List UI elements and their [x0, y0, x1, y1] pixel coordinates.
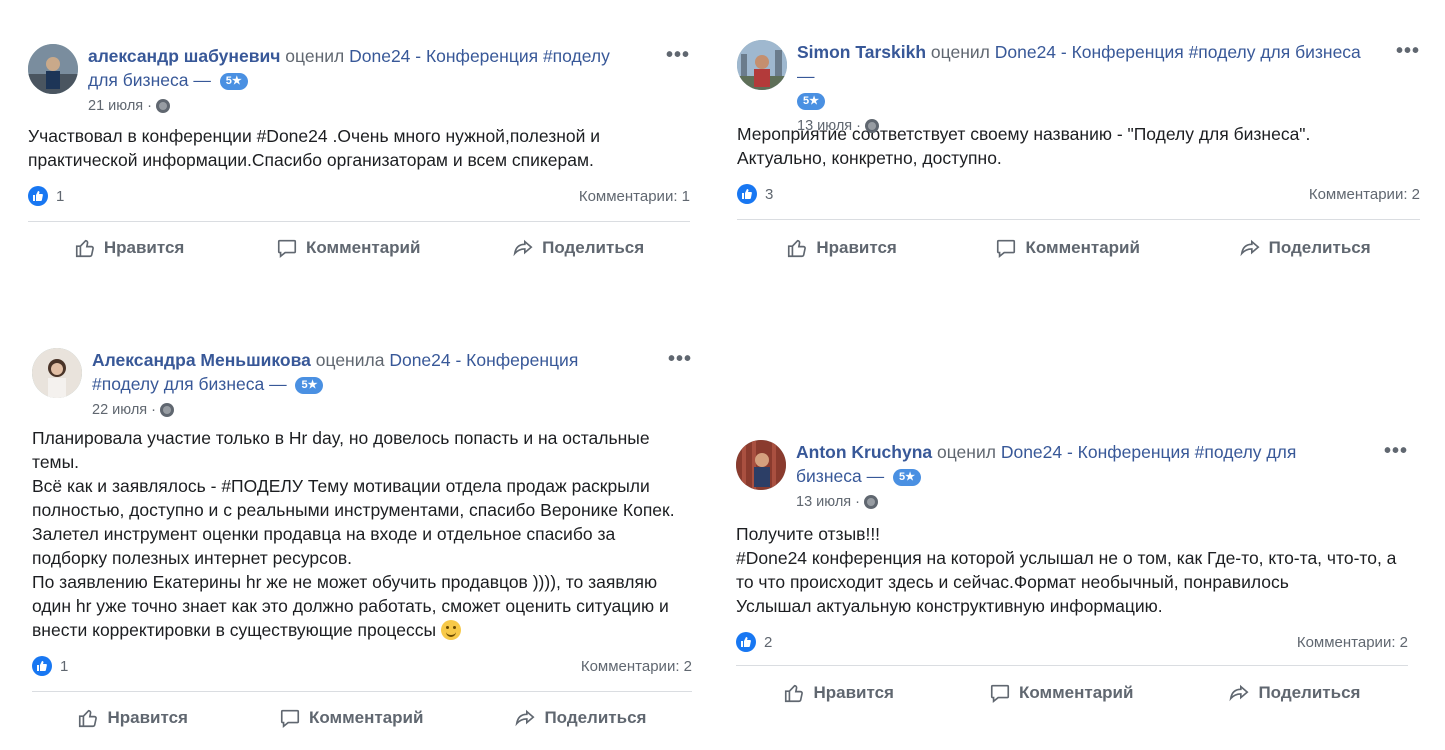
page-link[interactable]: Done24 - Конференция #поделу для бизнеса: [995, 42, 1361, 62]
likes-count[interactable]: 2: [736, 632, 772, 652]
rating-verb: оценила: [315, 350, 385, 370]
like-label: Нравится: [103, 238, 185, 257]
post-text: Участвовал в конференции #Done24 .Очень …: [28, 126, 601, 170]
share-label: Поделиться: [544, 708, 647, 727]
share-label: Поделиться: [1258, 683, 1361, 702]
like-button[interactable]: Нравится: [77, 707, 188, 729]
share-button[interactable]: Поделиться: [512, 237, 644, 259]
like-reaction-icon: [28, 186, 48, 206]
post-date[interactable]: 13 июля ·: [796, 490, 860, 514]
more-options-icon[interactable]: •••: [666, 44, 690, 67]
likes-count[interactable]: 1: [32, 656, 68, 676]
author-name[interactable]: Anton Kruchyna: [796, 442, 932, 462]
post-date[interactable]: 21 июля ·: [88, 94, 152, 118]
comment-label: Комментарий: [1018, 683, 1134, 702]
avatar[interactable]: [737, 40, 787, 90]
comment-icon: [990, 684, 1010, 703]
more-options-icon[interactable]: •••: [1396, 40, 1420, 63]
smiley-emoji-icon: [440, 620, 461, 640]
comments-count[interactable]: Комментарии: 1: [579, 188, 690, 205]
globe-icon: [863, 495, 878, 509]
comment-button[interactable]: Комментарий: [276, 237, 420, 259]
comments-count[interactable]: Комментарии: 2: [581, 658, 692, 675]
thumbs-up-icon: [75, 239, 94, 258]
likes-number: 2: [764, 633, 773, 651]
thumbs-up-icon: [788, 239, 807, 258]
post-date[interactable]: 22 июля ·: [92, 398, 156, 422]
comments-count[interactable]: Комментарии: 2: [1309, 186, 1420, 203]
comment-icon: [997, 239, 1016, 258]
like-label: Нравится: [813, 683, 894, 702]
comment-label: Комментарий: [305, 238, 421, 257]
post-text: Получите отзыв!!! #Done24 конференция на…: [736, 524, 1397, 616]
author-name[interactable]: александр шабуневич: [88, 46, 280, 66]
globe-icon: [155, 99, 170, 113]
comment-label: Комментарий: [1025, 238, 1140, 257]
like-reaction-icon: [736, 632, 756, 652]
like-label: Нравится: [107, 708, 188, 727]
like-button[interactable]: Нравится: [786, 237, 897, 259]
like-reaction-icon: [32, 656, 52, 676]
author-name[interactable]: Александра Меньшикова: [92, 350, 311, 370]
rating-verb: оценил: [285, 46, 345, 66]
comment-button[interactable]: Комментарий: [989, 682, 1133, 704]
author-name[interactable]: Simon Tarskikh: [797, 42, 926, 62]
like-button[interactable]: Нравится: [783, 682, 894, 704]
thumbs-up-icon: [785, 684, 804, 703]
thumbs-up-icon: [79, 709, 98, 728]
likes-number: 3: [765, 185, 774, 203]
comment-icon: [277, 239, 297, 258]
review-post-2: Simon Tarskikh оценил Done24 - Конференц…: [737, 40, 1420, 276]
share-icon: [515, 709, 535, 727]
share-button[interactable]: Поделиться: [514, 707, 646, 729]
share-button[interactable]: Поделиться: [1239, 237, 1371, 259]
review-post-3: Александра Меньшикова оценила Done24 - К…: [32, 348, 692, 744]
likes-number: 1: [56, 187, 65, 205]
comment-icon: [280, 709, 300, 728]
globe-icon: [864, 119, 879, 133]
avatar[interactable]: [28, 44, 78, 94]
separator-dash: —: [797, 66, 815, 86]
like-reaction-icon: [737, 184, 757, 204]
comment-label: Комментарий: [308, 708, 424, 727]
likes-number: 1: [60, 657, 69, 675]
avatar[interactable]: [736, 440, 786, 490]
rating-badge: 5★: [295, 377, 324, 394]
more-options-icon[interactable]: •••: [668, 348, 692, 371]
comment-button[interactable]: Комментарий: [279, 707, 423, 729]
comment-button[interactable]: Комментарий: [995, 237, 1140, 259]
avatar[interactable]: [32, 348, 82, 398]
globe-icon: [159, 403, 174, 417]
more-options-icon[interactable]: •••: [1384, 440, 1408, 463]
like-label: Нравится: [816, 238, 897, 257]
rating-verb: оценил: [930, 42, 990, 62]
share-label: Поделиться: [1268, 238, 1371, 257]
likes-count[interactable]: 1: [28, 186, 64, 206]
share-icon: [1240, 239, 1260, 257]
post-date[interactable]: 13 июля ·: [797, 114, 861, 138]
share-label: Поделиться: [542, 238, 645, 257]
likes-count[interactable]: 3: [737, 184, 773, 204]
separator-dash: —: [866, 466, 885, 486]
rating-verb: оценил: [937, 442, 996, 462]
review-post-1: александр шабуневич оценил Done24 - Конф…: [28, 44, 690, 274]
rating-badge: 5★: [892, 469, 921, 486]
post-text: Планировала участие только в Hr day, но …: [32, 428, 675, 640]
rating-badge: 5★: [797, 93, 825, 110]
share-icon: [513, 239, 533, 257]
rating-badge: 5★: [219, 73, 248, 90]
review-post-4: Anton Kruchyna оценил Done24 - Конференц…: [736, 440, 1408, 720]
separator-dash: —: [193, 70, 211, 90]
separator-dash: —: [269, 374, 287, 394]
comments-count[interactable]: Комментарии: 2: [1297, 634, 1408, 651]
share-icon: [1229, 684, 1249, 702]
like-button[interactable]: Нравится: [74, 237, 185, 259]
share-button[interactable]: Поделиться: [1228, 682, 1360, 704]
